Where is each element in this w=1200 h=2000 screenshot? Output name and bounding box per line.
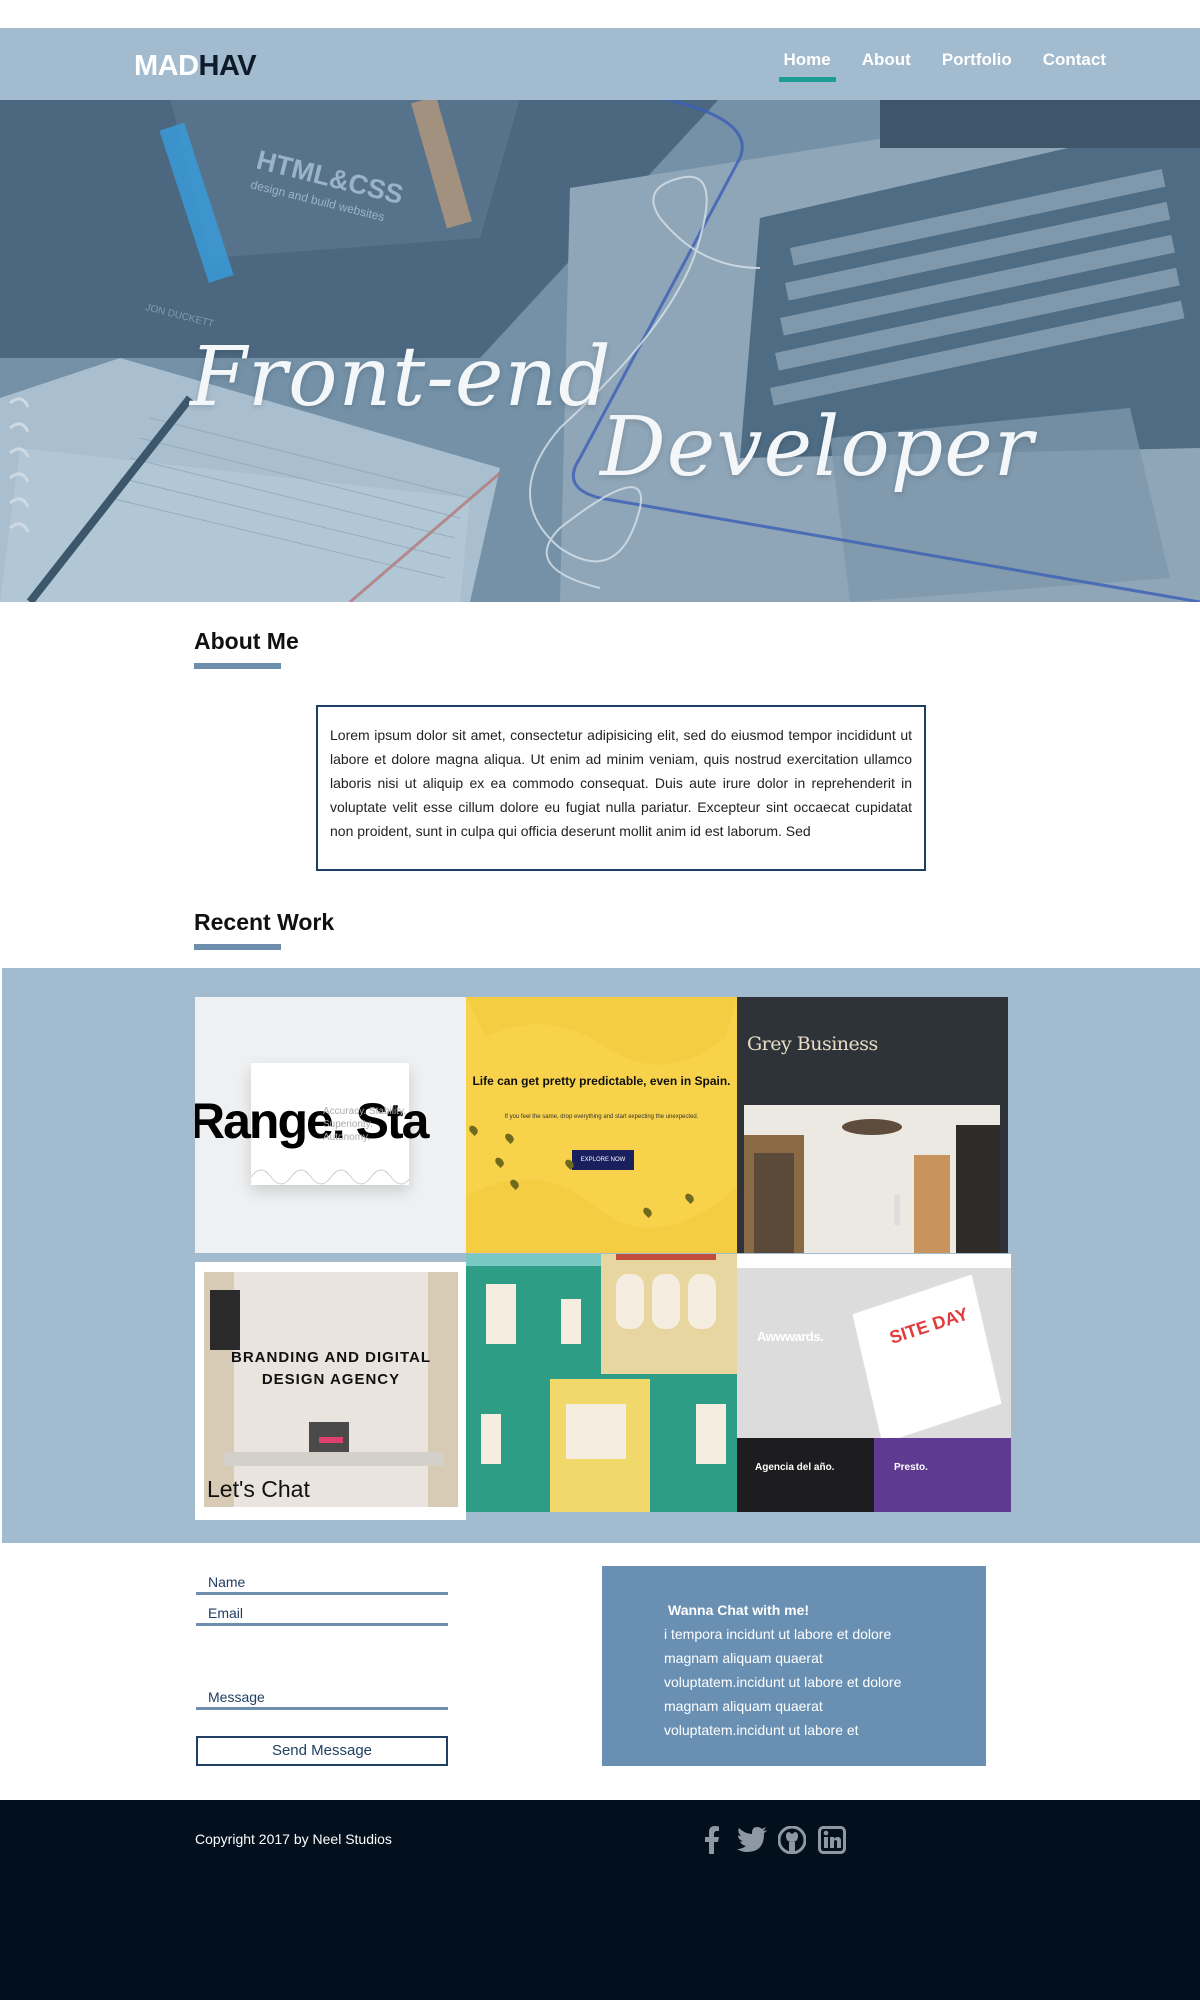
tile-headline: Grey Business [747,1033,878,1055]
tile-bottom-left [737,1438,874,1512]
explore-now-button[interactable]: EXPLORE NOW [572,1150,634,1170]
linkedin-icon[interactable] [816,1824,848,1856]
hero-title-line-2: Developer [600,400,1034,495]
logo-part-1: MAD [134,50,199,82]
portfolio-tile-spain[interactable]: Life can get pretty predictable, even in… [466,997,737,1253]
tile-bottom-right [874,1438,1011,1512]
room-illustration [744,1105,1000,1253]
site-logo[interactable]: MADHAV [134,50,257,83]
email-label: Email [208,1605,244,1621]
copyright-text: Copyright 2017 by Neel Studios [195,1831,392,1847]
github-icon[interactable] [776,1824,808,1856]
chat-text: i tempora incidunt ut labore et dolore m… [664,1626,902,1738]
wave-decoration [251,1169,409,1185]
tile-headline: Awwwards. [757,1329,824,1344]
top-navbar: MADHAV Home About Portfolio Contact [0,28,1200,100]
message-field[interactable]: Message [196,1689,448,1710]
hero-background-image: HTML&CSS design and build websites JON D… [0,28,1200,602]
footer: Copyright 2017 by Neel Studios [0,1800,1200,2000]
room-photo [744,1105,1000,1253]
balconies-illustration [466,1254,737,1512]
message-label: Message [208,1689,265,1705]
poster-illustration: SITE DAY [851,1274,1002,1444]
office-photo: BRANDING AND DIGITAL DESIGN AGENCY Let's… [204,1272,458,1507]
about-text-box: Lorem ipsum dolor sit amet, consectetur … [316,705,926,871]
tile-bottom-right-label: Presto. [894,1462,928,1473]
facebook-icon[interactable] [696,1824,728,1856]
about-heading: About Me [194,628,299,654]
twitter-icon[interactable] [736,1824,768,1856]
email-field[interactable]: Email [196,1605,448,1626]
main-nav: Home About Portfolio Contact [753,50,1106,82]
tile-headline: BRANDING AND DIGITAL DESIGN AGENCY [231,1349,431,1388]
tile-subtext: If you feel the same, drop everything an… [504,1114,699,1120]
nav-item-home[interactable]: Home [778,50,836,82]
map-texture [466,997,737,1253]
recent-work-underline [194,944,281,950]
portfolio-tile-grey-business[interactable]: Grey Business [737,997,1008,1253]
portfolio-tile-awwwards[interactable]: Awwwards. SITE DAY Agencia del año. Pres… [737,1254,1011,1512]
social-links [696,1824,848,1856]
tile-topbar [737,1254,1011,1268]
nav-item-portfolio[interactable]: Portfolio [942,50,1012,82]
chat-heading: Wanna Chat with me! [668,1602,810,1618]
logo-part-2: HAV [198,50,257,82]
tile-headline: Life can get pretty predictable, even in… [472,1074,731,1088]
hero-title-line-1: Front-end [190,330,612,425]
portfolio-tile-branding[interactable]: BRANDING AND DIGITAL DESIGN AGENCY Let's… [195,1262,466,1520]
name-field[interactable]: Name [196,1574,448,1595]
nav-item-contact[interactable]: Contact [1043,50,1106,82]
nav-item-about[interactable]: About [862,50,911,82]
tile-caption: Let's Chat [207,1476,310,1502]
name-label: Name [208,1574,246,1590]
portfolio-tile-range[interactable]: Range. Sta Accuracy. Stability. Superior… [195,997,466,1253]
tile-bottom-left-label: Agencia del año. [755,1462,835,1473]
hero-banner: HTML&CSS design and build websites JON D… [0,28,1200,602]
send-message-button[interactable]: Send Message [196,1736,448,1766]
tile-small-text: Accuracy. Stability. Superiority. Autono… [323,1106,406,1143]
about-underline [194,663,281,669]
chat-info-box: Wanna Chat with me! i tempora incidunt u… [602,1566,986,1766]
portfolio-tile-balconies[interactable] [466,1254,737,1512]
recent-work-heading: Recent Work [194,909,335,935]
